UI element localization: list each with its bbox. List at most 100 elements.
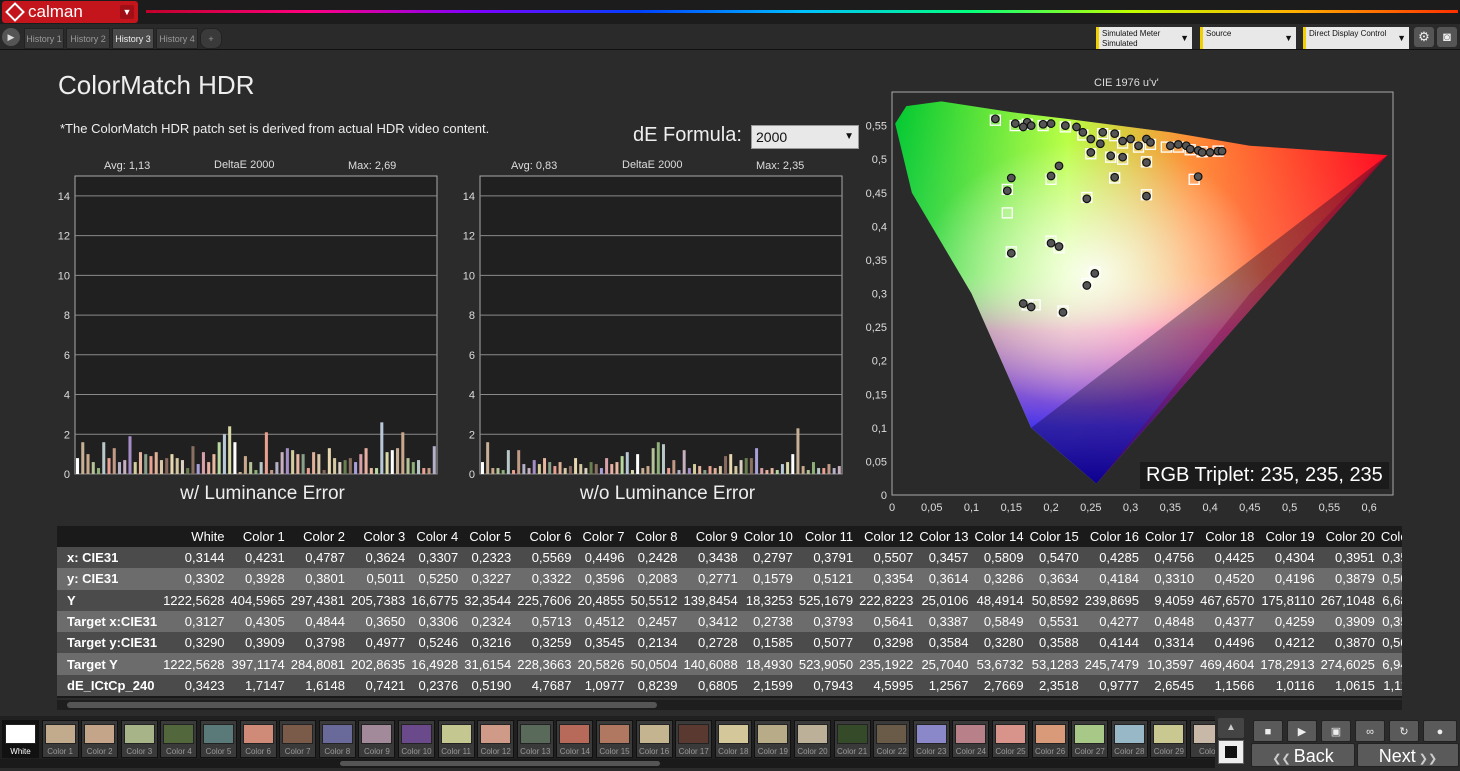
column-header[interactable]: Color 2 (287, 526, 348, 547)
swatch-color-13[interactable]: Color 13 (516, 720, 554, 758)
gear-icon[interactable]: ⚙ (1414, 27, 1434, 47)
swatch-color-4[interactable]: Color 4 (160, 720, 198, 758)
refresh-icon[interactable]: ↻ (1389, 720, 1419, 742)
swatch-color-1[interactable]: Color 1 (41, 720, 79, 758)
column-header[interactable]: Color 6 (514, 526, 575, 547)
tab-history-1[interactable]: History 1 (24, 28, 64, 49)
column-header[interactable]: Color 3 (348, 526, 409, 547)
swatch-color-10[interactable]: Color 10 (398, 720, 435, 758)
column-header[interactable]: Color 14 (971, 526, 1027, 547)
stop-measure-button[interactable] (1218, 740, 1244, 764)
x-tick-label: 0,45 (1239, 502, 1260, 514)
column-header[interactable]: Color 12 (856, 526, 917, 547)
column-header[interactable]: White (160, 526, 228, 547)
swatch-color-19[interactable]: Color 19 (754, 720, 792, 758)
column-header[interactable]: Color 9 (680, 526, 741, 547)
column-header[interactable]: Color 11 (795, 526, 857, 547)
column-header[interactable]: Color 15 (1026, 526, 1082, 547)
swatch-label: Color 3 (126, 747, 153, 756)
swatch-color-9[interactable]: Color 9 (358, 720, 396, 758)
measured-point (1197, 148, 1207, 157)
swatch-color-7[interactable]: Color 7 (279, 720, 317, 758)
tab-history-2[interactable]: History 2 (66, 28, 110, 49)
swatch-color-3[interactable]: Color 3 (120, 720, 158, 758)
back-button[interactable]: ❮❮ Back (1251, 743, 1355, 767)
record-icon[interactable]: ● (1423, 720, 1457, 742)
swatch-color-20[interactable]: Color 20 (794, 720, 831, 758)
swatch-color-17[interactable]: Color 17 (675, 720, 713, 758)
swatch-color-18[interactable]: Color 18 (714, 720, 752, 758)
play-icon[interactable]: ▶ (2, 28, 20, 46)
add-tab-button[interactable]: + (200, 28, 222, 49)
swatch-color-2[interactable]: Color 2 (81, 720, 119, 758)
swatch-up-icon[interactable]: ▲ (1218, 718, 1244, 738)
source-dropdown[interactable]: Source ▼ (1200, 27, 1296, 49)
swatch-white[interactable]: White (2, 720, 39, 758)
bar (333, 458, 337, 474)
scroll-thumb[interactable] (67, 702, 657, 708)
calman-menu-button[interactable]: calman ▼ (2, 1, 138, 23)
loop-icon[interactable]: ∞ (1355, 720, 1385, 742)
column-header[interactable]: Color 17 (1141, 526, 1198, 547)
swatch-color-26[interactable]: Color 26 (1031, 720, 1069, 758)
swatch-color-22[interactable]: Color 22 (873, 720, 911, 758)
swatch-color-24[interactable]: Color 24 (952, 720, 990, 758)
table-cell: 225,7606 (514, 589, 575, 611)
column-header[interactable]: Color 1 (227, 526, 288, 547)
swatch-color-28[interactable]: Color 28 (1110, 720, 1148, 758)
swatch-color-16[interactable]: Color 16 (635, 720, 673, 758)
column-header[interactable]: Color 7 (574, 526, 628, 547)
measured-point (1118, 152, 1128, 162)
column-header[interactable]: Color 4 (408, 526, 462, 547)
camera-icon[interactable]: ◙ (1437, 27, 1457, 47)
meter-value: Simulated (1102, 39, 1138, 48)
chevron-down-icon[interactable]: ▼ (120, 5, 134, 19)
stop-icon[interactable]: ■ (1253, 720, 1283, 742)
column-header[interactable]: Color 8 (627, 526, 681, 547)
column-header[interactable]: Color 20 (1317, 526, 1378, 547)
column-header[interactable]: Color 19 (1257, 526, 1318, 547)
swatch-color-5[interactable]: Color 5 (200, 720, 237, 758)
table-row: y: CIE31 0,3302 0,3928 0,3801 0,5011 0,5250 0,… (57, 568, 1402, 590)
display-control-dropdown[interactable]: Direct Display Control ▼ (1303, 27, 1409, 49)
measured-point (1090, 268, 1100, 278)
next-button[interactable]: Next ❯❯ (1357, 743, 1459, 767)
table-horizontal-scrollbar[interactable] (57, 700, 1402, 710)
swatch-color-11[interactable]: Color 11 (437, 720, 475, 758)
meter-dropdown[interactable]: Simulated Meter Simulated ▼ (1096, 27, 1192, 49)
column-header[interactable]: Color 5 (461, 526, 515, 547)
bar (322, 470, 326, 474)
swatch-color-12[interactable]: Color 12 (477, 720, 515, 758)
swatch-label: Color 14 (559, 747, 591, 756)
tab-history-4[interactable]: History 4 (156, 28, 198, 49)
scroll-thumb[interactable] (340, 761, 660, 766)
swatch-color-27[interactable]: Color 27 (1071, 720, 1109, 758)
swatch-color-6[interactable]: Color 6 (239, 720, 277, 758)
column-header[interactable]: Color 10 (740, 526, 796, 547)
swatch-color-8[interactable]: Color 8 (318, 720, 356, 758)
swatch-color-21[interactable]: Color 21 (833, 720, 871, 758)
measured-point (1082, 281, 1092, 290)
bar (755, 448, 759, 474)
swatch-chip (757, 724, 789, 744)
play-icon[interactable]: ▶ (1287, 720, 1317, 742)
bar (291, 450, 295, 474)
column-header[interactable]: Color 18 (1197, 526, 1258, 547)
tab-history-3[interactable]: History 3 (112, 28, 154, 49)
bar (548, 462, 552, 474)
y-tick-label: 2 (64, 429, 70, 441)
swatch-color-14[interactable]: Color 14 (556, 720, 594, 758)
swatch-color-23[interactable]: Color 23 (912, 720, 950, 758)
x-tick-label: 0,55 (1319, 502, 1340, 514)
swatch-scrollbar[interactable] (0, 759, 1215, 768)
column-header[interactable]: Color 13 (916, 526, 972, 547)
de-formula-select[interactable]: 2000 ▼ (751, 125, 859, 149)
column-header[interactable]: Colo (1377, 526, 1402, 547)
corner-cell (57, 526, 161, 547)
swatch-color-15[interactable]: Color 15 (596, 720, 633, 758)
column-header[interactable]: Color 16 (1081, 526, 1142, 547)
save-icon[interactable]: ▣ (1321, 720, 1351, 742)
measured-point (1046, 171, 1056, 181)
swatch-color-29[interactable]: Color 29 (1150, 720, 1188, 758)
swatch-color-25[interactable]: Color 25 (992, 720, 1029, 758)
